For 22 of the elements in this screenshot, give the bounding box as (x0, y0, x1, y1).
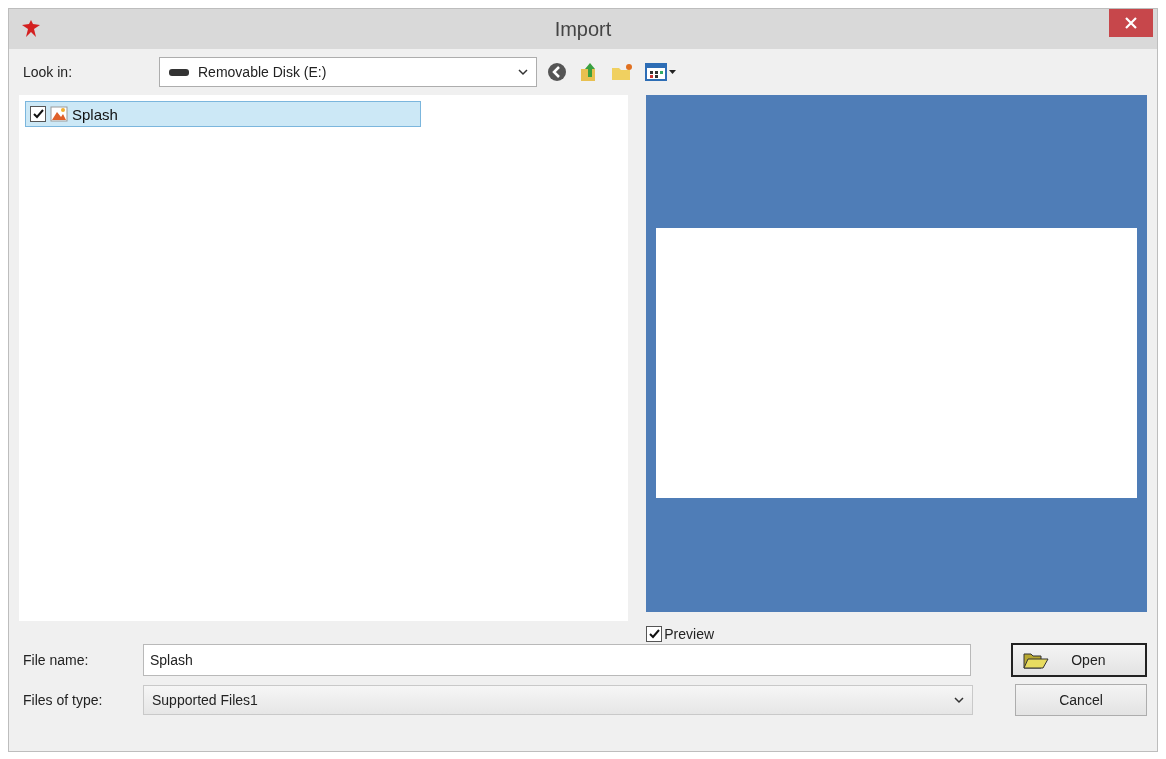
window-title: Import (554, 17, 612, 41)
file-type-label: Files of type: (22, 692, 104, 708)
image-file-icon (50, 106, 68, 122)
file-name-label: File name: (22, 652, 90, 668)
folder-icon (1023, 650, 1050, 670)
cancel-button[interactable]: Cancel (1015, 684, 1147, 716)
preview-label: Preview (664, 626, 715, 642)
view-menu-icon[interactable] (645, 62, 677, 82)
close-icon (1125, 17, 1137, 29)
close-button[interactable] (1109, 9, 1153, 37)
file-type-dropdown[interactable]: Supported Files1 (143, 685, 973, 715)
look-in-dropdown[interactable]: Removable Disk (E:) (159, 57, 537, 87)
checkbox[interactable] (30, 106, 46, 122)
look-in-label: Look in: (22, 64, 74, 80)
back-icon[interactable] (547, 62, 567, 82)
new-folder-icon[interactable] (611, 62, 633, 82)
file-name-field[interactable]: Splash (143, 644, 972, 676)
preview-checkbox[interactable] (646, 626, 663, 642)
drive-icon (168, 67, 190, 77)
file-item[interactable]: Splash (25, 101, 421, 127)
app-logo-icon (21, 19, 41, 39)
open-button[interactable]: Open (1011, 643, 1147, 677)
